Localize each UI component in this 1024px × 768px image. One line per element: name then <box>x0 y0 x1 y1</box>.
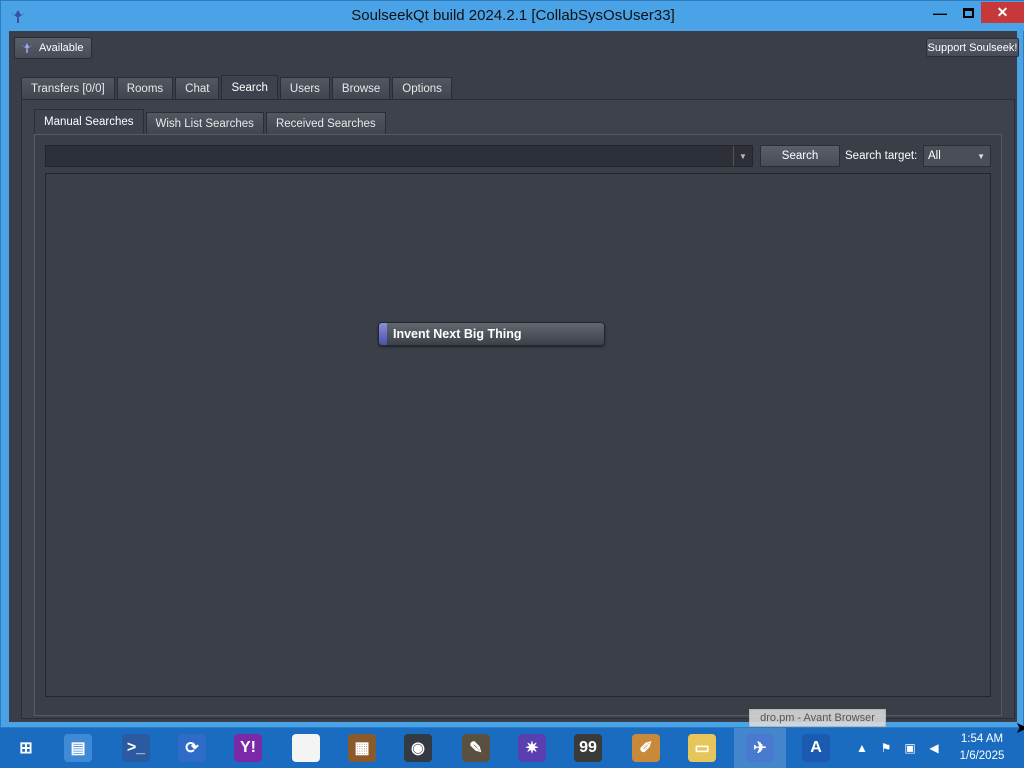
taskbar-item-windows-start[interactable]: ⊞ <box>0 728 52 768</box>
powershell-icon: >_ <box>122 734 150 762</box>
taskbar-item-server-manager[interactable]: ▤ <box>52 728 104 768</box>
mouse-cursor-icon: ➤ <box>1015 720 1024 737</box>
yahoo-messenger-icon: Y! <box>234 734 262 762</box>
soulseek-window: SoulseekQt build 2024.2.1 [CollabSysOsUs… <box>0 0 1024 728</box>
taskbar-item-powershell[interactable]: >_ <box>110 728 162 768</box>
invent-next-big-thing-button[interactable]: Invent Next Big Thing <box>378 322 605 346</box>
tray-chevron-icon[interactable]: ▲ <box>854 740 870 756</box>
search-input[interactable] <box>45 145 735 167</box>
status-label: Available <box>39 42 84 54</box>
search-results-area[interactable] <box>45 173 991 697</box>
subtab-received-searches[interactable]: Received Searches <box>265 112 386 134</box>
clock-time: 1:54 AM <box>960 733 1004 745</box>
windows-start-icon: ⊞ <box>12 734 40 762</box>
crate-icon: ▦ <box>348 734 376 762</box>
clock-date: 1/6/2025 <box>959 750 1005 762</box>
camera-icon: ◉ <box>404 734 432 762</box>
main-tab-bar: Transfers [0/0] Rooms Chat Search Users Brows… <box>21 75 454 99</box>
close-icon[interactable]: ✕ <box>981 2 1024 23</box>
server-manager-icon: ▤ <box>64 734 92 762</box>
taskbar-clock[interactable]: 1:54 AM 1/6/2025 <box>950 731 1014 765</box>
maximize-icon[interactable] <box>955 2 981 23</box>
taskbar-tooltip: dro.pm - Avant Browser <box>749 709 886 727</box>
taskbar: ⊞ ▤ >_ ⟳ Y! ▦ ◉ ✎ ✷ 99 ✐ ▭ ✈ A ▲ ⚑ ▣ ◀ 1:54 AM 1/6/20… <box>0 728 1024 768</box>
tab-rooms[interactable]: Rooms <box>116 77 174 99</box>
tab-users[interactable]: Users <box>279 77 330 99</box>
tray-volume-icon[interactable]: ◀ <box>926 740 942 756</box>
file-explorer-icon: ▭ <box>688 734 716 762</box>
taskbar-item-camera[interactable]: ◉ <box>392 728 444 768</box>
taskbar-item-virus[interactable]: ✷ <box>506 728 558 768</box>
taskbar-item-yahoo-messenger[interactable]: Y! <box>222 728 274 768</box>
chevron-down-icon: ▼ <box>977 152 985 161</box>
status-button[interactable]: Available <box>14 37 92 59</box>
taskbar-item-document[interactable] <box>280 728 332 768</box>
subtab-manual-searches[interactable]: Manual Searches <box>34 109 144 134</box>
support-soulseek-button[interactable]: Support Soulseek! <box>926 38 1019 57</box>
window-title: SoulseekQt build 2024.2.1 [CollabSysOsUs… <box>351 7 675 24</box>
manual-searches-panel: ▼ Search Search target: All ▼ <box>34 134 1002 716</box>
soulseek-status-icon <box>21 43 33 53</box>
title-bar[interactable]: SoulseekQt build 2024.2.1 [CollabSysOsUs… <box>1 1 1024 31</box>
taskbar-item-soulseek[interactable]: ✈ <box>734 728 786 768</box>
taskbar-item-gimp[interactable]: ✎ <box>450 728 502 768</box>
tab-browse[interactable]: Browse <box>331 77 391 99</box>
search-target-value: All <box>928 150 941 162</box>
paint-icon: ✐ <box>632 734 660 762</box>
avant-browser-icon: A <box>802 734 830 762</box>
search-button[interactable]: Search <box>760 145 840 167</box>
tab-transfers-0-0[interactable]: Transfers [0/0] <box>21 77 115 99</box>
virus-icon: ✷ <box>518 734 546 762</box>
sync-icon: ⟳ <box>178 734 206 762</box>
tab-search[interactable]: Search <box>221 75 278 99</box>
taskbar-item-paint[interactable]: ✐ <box>620 728 672 768</box>
gimp-icon: ✎ <box>462 734 490 762</box>
search-target-select[interactable]: All ▼ <box>923 145 991 167</box>
search-sub-tab-bar: Manual Searches Wish List Searches Receive… <box>34 109 388 134</box>
minimize-icon[interactable]: — <box>927 2 953 23</box>
taskbar-item-avant-browser[interactable]: A <box>790 728 842 768</box>
client-area: Available Support Soulseek! Transfers [0… <box>9 31 1019 722</box>
invent-next-big-thing-label: Invent Next Big Thing <box>393 327 522 341</box>
tray-network-icon[interactable]: ▣ <box>902 740 918 756</box>
button-accent <box>379 323 387 345</box>
tray-security-icon[interactable]: ⚑ <box>878 740 894 756</box>
taskbar-item-monitor-99[interactable]: 99 <box>562 728 614 768</box>
monitor-99-icon: 99 <box>574 734 602 762</box>
search-tab-panel: Manual Searches Wish List Searches Receive… <box>21 99 1015 719</box>
document-icon <box>292 734 320 762</box>
subtab-wish-list-searches[interactable]: Wish List Searches <box>145 112 264 134</box>
search-target-label: Search target: <box>845 150 918 162</box>
search-history-dropdown[interactable]: ▼ <box>733 145 753 167</box>
tab-options[interactable]: Options <box>392 77 452 99</box>
taskbar-item-sync[interactable]: ⟳ <box>166 728 218 768</box>
chevron-down-icon: ▼ <box>739 151 747 161</box>
soulseek-icon: ✈ <box>746 734 774 762</box>
tab-chat[interactable]: Chat <box>175 77 220 99</box>
taskbar-item-crate[interactable]: ▦ <box>336 728 388 768</box>
system-tray: ▲ ⚑ ▣ ◀ <box>850 728 950 768</box>
taskbar-item-file-explorer[interactable]: ▭ <box>676 728 728 768</box>
